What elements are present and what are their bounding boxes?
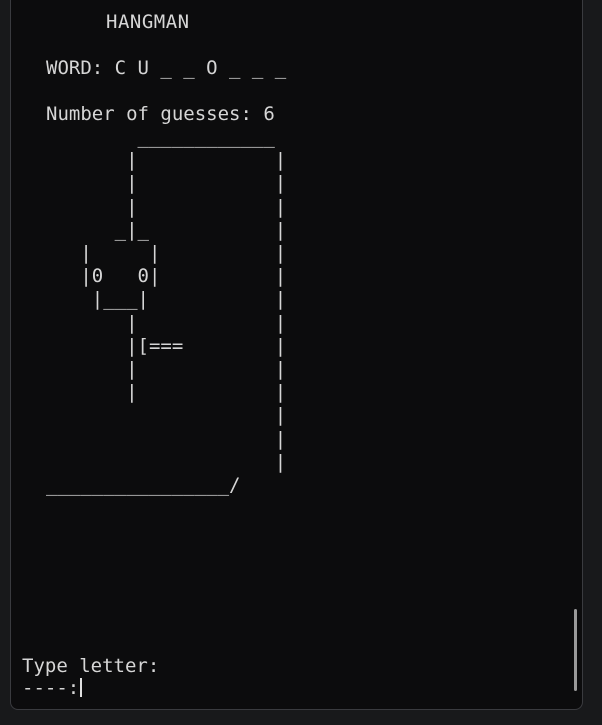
word-display: C U _ _ O _ _ _ — [114, 57, 287, 79]
guesses-label: Number of guesses: — [46, 103, 252, 125]
prompt-label: Type letter: — [22, 655, 160, 677]
guesses-count: 6 — [263, 103, 275, 125]
terminal-window: HANGMAN WORD: C U _ _ O _ _ _ Number of … — [10, 0, 583, 710]
scrollbar-thumb[interactable] — [574, 609, 577, 691]
scrollbar[interactable] — [574, 609, 577, 691]
word-row: WORD: C U _ _ O _ _ _ — [46, 57, 286, 80]
text-cursor — [80, 678, 83, 697]
hangman-gallows-art: ____________ | | | | | | _|_ | | | | |0 … — [46, 126, 287, 497]
input-prefix: ----: — [22, 677, 80, 699]
game-title: HANGMAN — [106, 11, 190, 33]
guesses-row: Number of guesses: 6 — [46, 103, 275, 126]
letter-input[interactable]: ----: — [22, 677, 83, 700]
word-label: WORD: — [46, 57, 104, 79]
